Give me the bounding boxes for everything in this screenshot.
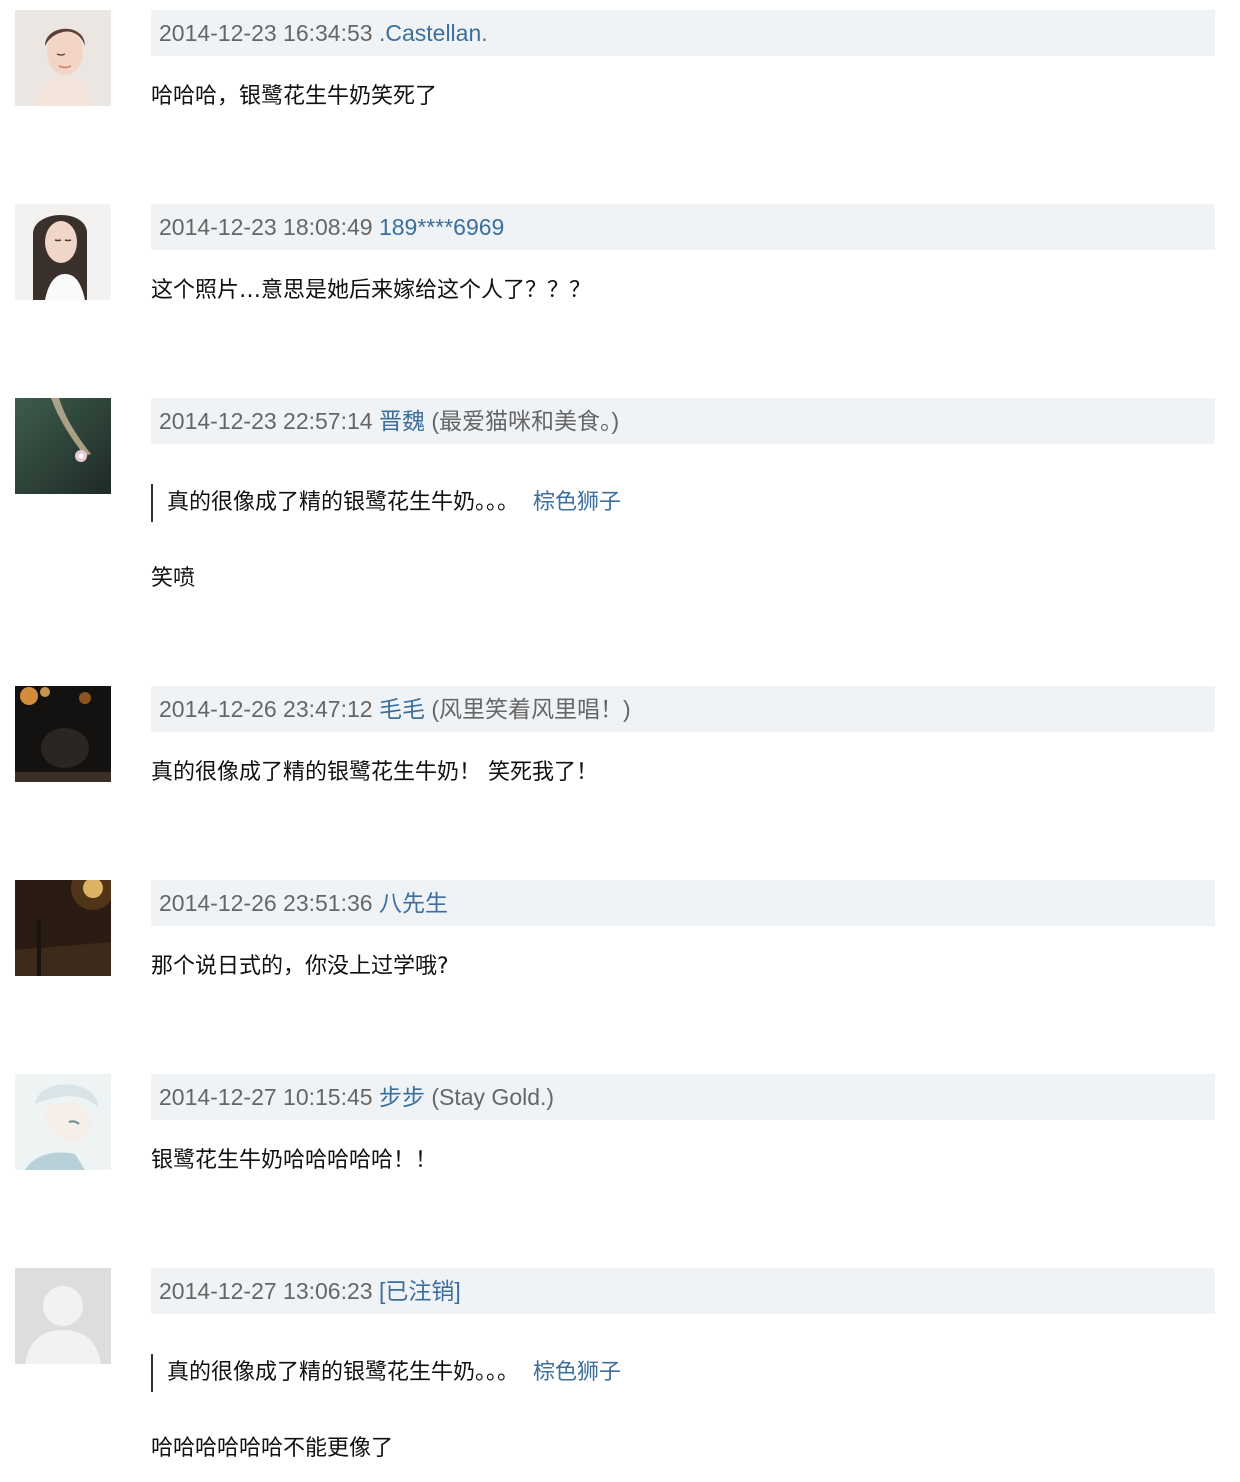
quote-block: 真的很像成了精的银鹭花生牛奶。。。 棕色狮子 bbox=[151, 1354, 621, 1392]
woman-portrait-avatar bbox=[15, 10, 111, 106]
username-link[interactable]: 毛毛 bbox=[379, 696, 425, 722]
comment-time: 2014-12-27 13:06:23 bbox=[159, 1278, 373, 1304]
comment-text: 真的很像成了精的银鹭花生牛奶！ 笑死我了！ bbox=[151, 760, 598, 785]
user-signature: (最爱猫咪和美食。) bbox=[431, 408, 620, 434]
user-avatar[interactable] bbox=[15, 1268, 111, 1364]
username-link[interactable]: 八先生 bbox=[379, 890, 448, 916]
night-scene-avatar bbox=[15, 686, 111, 782]
username-link[interactable]: 晋魏 bbox=[379, 408, 425, 434]
anime-boy-avatar bbox=[15, 1074, 111, 1170]
comment-time: 2014-12-23 18:08:49 bbox=[159, 214, 373, 240]
hand-with-ring-avatar bbox=[15, 398, 111, 494]
comment-text: 银鹭花生牛奶哈哈哈哈哈！！ bbox=[151, 1148, 438, 1173]
comment-time: 2014-12-27 10:15:45 bbox=[159, 1084, 373, 1110]
comment-text: 笑喷 bbox=[151, 566, 196, 591]
username-link[interactable]: 189****6969 bbox=[379, 214, 504, 240]
comment-time: 2014-12-23 22:57:14 bbox=[159, 408, 373, 434]
user-avatar[interactable] bbox=[15, 204, 111, 300]
user-avatar[interactable] bbox=[15, 10, 111, 106]
comment-text: 哈哈哈哈哈哈不能更像了 bbox=[151, 1436, 394, 1461]
user-avatar[interactable] bbox=[15, 398, 111, 494]
quote-text: 真的很像成了精的银鹭花生牛奶。。。 bbox=[167, 490, 520, 515]
username-link[interactable]: .Castellan. bbox=[379, 20, 488, 46]
quote-block: 真的很像成了精的银鹭花生牛奶。。。 棕色狮子 bbox=[151, 484, 621, 522]
quote-text: 真的很像成了精的银鹭花生牛奶。。。 bbox=[167, 1360, 520, 1385]
quote-author-link[interactable]: 棕色狮子 bbox=[533, 1360, 621, 1385]
comment-time: 2014-12-26 23:47:12 bbox=[159, 696, 373, 722]
quote-author-link[interactable]: 棕色狮子 bbox=[533, 490, 621, 515]
comment-meta: 2014-12-23 16:34:53 .Castellan. bbox=[151, 10, 1215, 56]
default-user-avatar bbox=[15, 1268, 111, 1364]
comment-meta: 2014-12-27 13:06:23 [已注销] bbox=[151, 1268, 1215, 1314]
comment-time: 2014-12-26 23:51:36 bbox=[159, 890, 373, 916]
user-signature: (Stay Gold.) bbox=[431, 1084, 555, 1110]
comment-meta: 2014-12-23 18:08:49 189****6969 bbox=[151, 204, 1215, 250]
comment-text: 哈哈哈，银鹭花生牛奶笑死了 bbox=[151, 84, 438, 109]
comment-meta: 2014-12-26 23:51:36 八先生 bbox=[151, 880, 1215, 926]
user-avatar[interactable] bbox=[15, 880, 111, 976]
woman-long-hair-avatar bbox=[15, 204, 111, 300]
comment-text: 这个照片…意思是她后来嫁给这个人了？？？ bbox=[151, 278, 592, 303]
user-avatar[interactable] bbox=[15, 686, 111, 782]
user-avatar[interactable] bbox=[15, 1074, 111, 1170]
comment-time: 2014-12-23 16:34:53 bbox=[159, 20, 373, 46]
comment-meta: 2014-12-27 10:15:45 步步 (Stay Gold.) bbox=[151, 1074, 1215, 1120]
user-signature: (风里笑着风里唱！) bbox=[431, 696, 631, 722]
username-link[interactable]: [已注销] bbox=[379, 1278, 461, 1304]
username-link[interactable]: 步步 bbox=[379, 1084, 425, 1110]
street-light-avatar bbox=[15, 880, 111, 976]
comment-text: 那个说日式的，你没上过学哦? bbox=[151, 954, 449, 979]
comment-meta: 2014-12-23 22:57:14 晋魏 (最爱猫咪和美食。) bbox=[151, 398, 1215, 444]
comment-meta: 2014-12-26 23:47:12 毛毛 (风里笑着风里唱！) bbox=[151, 686, 1215, 732]
